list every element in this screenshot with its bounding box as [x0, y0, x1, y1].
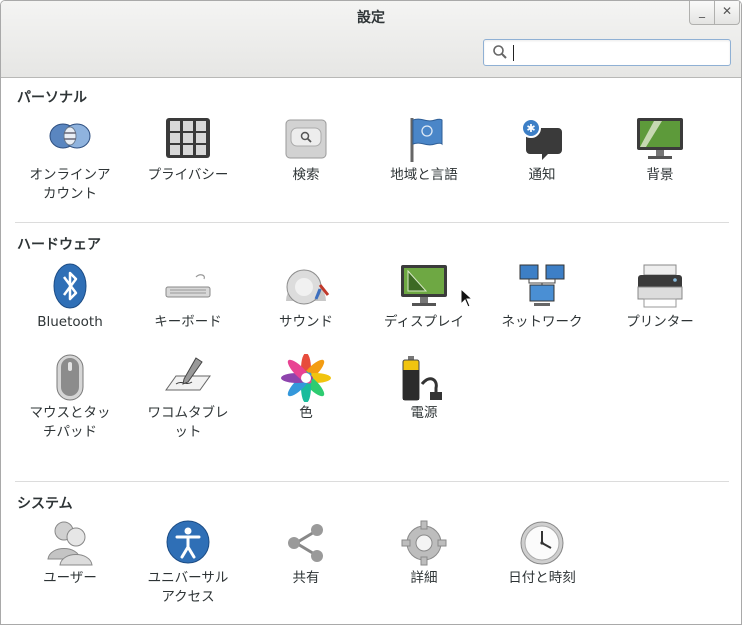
- background-label: 背景: [646, 167, 674, 183]
- minimize-icon: _: [699, 4, 705, 18]
- section-hardware: ハードウェア: [17, 237, 101, 253]
- header-bar: 設定 _ ✕: [1, 1, 741, 78]
- notifications-label: 通知: [528, 167, 556, 183]
- sharing-icon: [288, 524, 323, 562]
- settings-window: 設定 _ ✕ パーソナル オンラインア カウント プライバシー 検索 地域と言語…: [0, 0, 742, 625]
- item-privacy[interactable]: プライバシー: [129, 116, 247, 185]
- printer-icon: [637, 264, 683, 308]
- mouse-pointer-icon: [460, 288, 474, 308]
- search-icon: [493, 45, 507, 59]
- item-online-accounts[interactable]: オンラインア カウント: [11, 116, 129, 204]
- sound-icon: [286, 269, 330, 305]
- sharing-label: 共有: [292, 570, 320, 586]
- close-icon: ✕: [721, 4, 733, 18]
- color-icon: [281, 354, 331, 402]
- sound-label: サウンド: [279, 314, 333, 330]
- power-label: 電源: [410, 405, 438, 421]
- clock-icon: [520, 521, 564, 565]
- bluetooth-icon: [53, 263, 87, 309]
- item-bluetooth[interactable]: Bluetooth: [11, 263, 129, 332]
- network-icon: [519, 264, 565, 306]
- users-label: ユーザー: [43, 570, 97, 586]
- region-label: 地域と言語: [390, 167, 458, 183]
- datetime-label: 日付と時刻: [508, 570, 576, 586]
- online-accounts-label: オンラインア カウント: [29, 167, 111, 202]
- item-region[interactable]: 地域と言語: [365, 116, 483, 185]
- window-title: 設定: [357, 10, 385, 26]
- display-label: ディスプレイ: [383, 314, 465, 330]
- display-icon: [401, 265, 447, 306]
- item-wacom[interactable]: ワコムタブレ ット: [129, 354, 247, 442]
- item-universal-access[interactable]: ユニバーサル アクセス: [129, 519, 247, 607]
- flag-icon: [410, 118, 443, 162]
- separator-hardware: [15, 481, 729, 482]
- item-color[interactable]: 色: [247, 354, 365, 423]
- users-icon: [47, 521, 93, 566]
- minimize-button[interactable]: _: [689, 1, 715, 25]
- mouse-icon: [56, 354, 84, 401]
- search-label: 検索: [292, 167, 320, 183]
- text-caret: [513, 45, 514, 61]
- bluetooth-label: Bluetooth: [37, 314, 103, 330]
- search-input[interactable]: [483, 39, 731, 66]
- svg-text:✱: ✱: [526, 122, 535, 135]
- item-mouse[interactable]: マウスとタッ チパッド: [11, 354, 129, 442]
- mouse-label: マウスとタッ チパッド: [29, 405, 111, 440]
- item-search[interactable]: 検索: [247, 116, 365, 185]
- item-background[interactable]: 背景: [601, 116, 719, 185]
- search-settings-icon: [285, 119, 327, 159]
- section-personal: パーソナル: [17, 90, 87, 106]
- universal-access-icon: [166, 520, 210, 564]
- background-icon: [637, 118, 683, 159]
- item-sharing[interactable]: 共有: [247, 519, 365, 588]
- item-notifications[interactable]: ✱ 通知: [483, 116, 601, 185]
- gear-icon: [401, 520, 447, 566]
- keyboard-icon: [165, 274, 211, 298]
- item-printers[interactable]: プリンター: [601, 263, 719, 332]
- wacom-label: ワコムタブレ ット: [147, 405, 229, 440]
- printers-label: プリンター: [626, 314, 694, 330]
- close-button[interactable]: ✕: [714, 1, 740, 25]
- item-datetime[interactable]: 日付と時刻: [483, 519, 601, 588]
- item-network[interactable]: ネットワーク: [483, 263, 601, 332]
- power-icon: [402, 356, 442, 401]
- item-sound[interactable]: サウンド: [247, 263, 365, 332]
- item-power[interactable]: 電源: [365, 354, 483, 423]
- online-accounts-icon: [49, 123, 91, 149]
- details-label: 詳細: [410, 570, 438, 586]
- privacy-label: プライバシー: [147, 167, 229, 183]
- network-label: ネットワーク: [501, 314, 583, 330]
- keyboard-label: キーボード: [154, 314, 222, 330]
- tablet-icon: [165, 357, 211, 391]
- item-keyboard[interactable]: キーボード: [129, 263, 247, 332]
- separator-personal: [15, 222, 729, 223]
- notification-icon: ✱: [521, 118, 562, 160]
- item-details[interactable]: 詳細: [365, 519, 483, 588]
- color-label: 色: [299, 405, 313, 421]
- item-users[interactable]: ユーザー: [11, 519, 129, 588]
- privacy-icon: [166, 118, 210, 158]
- section-system: システム: [17, 496, 73, 512]
- universal-access-label: ユニバーサル アクセス: [147, 570, 229, 605]
